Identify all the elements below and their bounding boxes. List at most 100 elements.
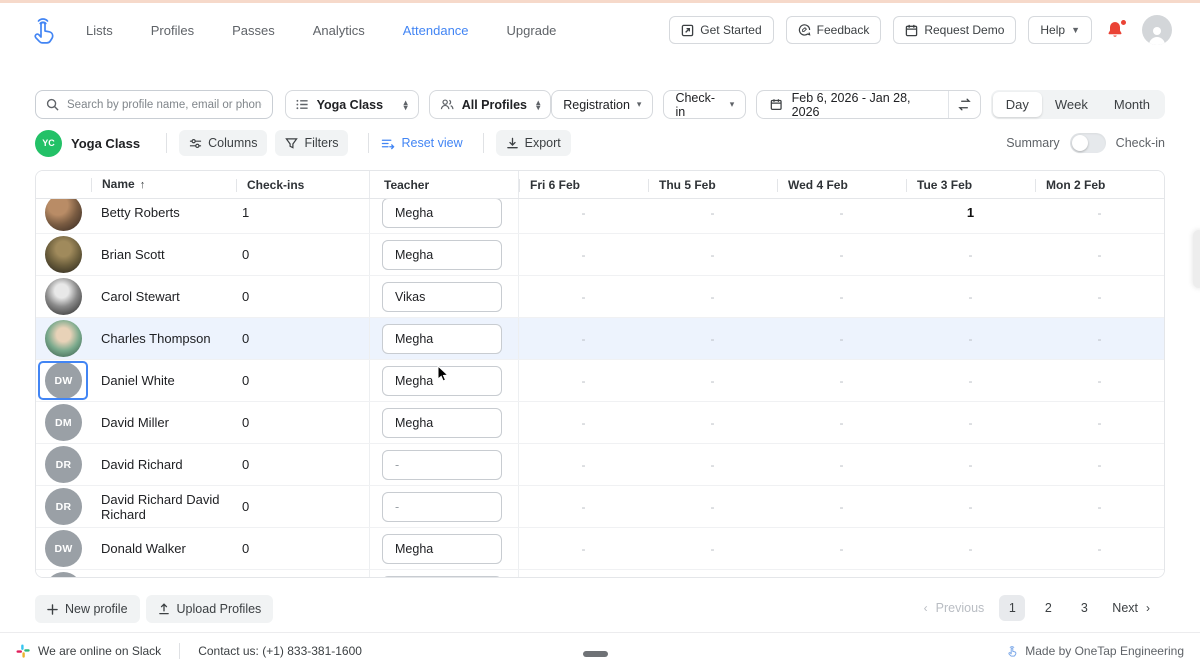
day-column-header[interactable]: Mon 2 Feb — [1035, 178, 1164, 192]
teacher-input[interactable]: Megha — [382, 198, 502, 228]
checkins-count: 0 — [236, 415, 369, 430]
plus-icon — [47, 604, 58, 615]
nav-item-passes[interactable]: Passes — [232, 23, 275, 38]
export-button[interactable]: Export — [496, 130, 571, 156]
day-column-header[interactable]: Tue 3 Feb — [906, 178, 1035, 192]
table-row[interactable]: DM David Miller 0 Megha - - - - - — [36, 402, 1164, 444]
teacher-input[interactable]: - — [382, 492, 502, 522]
nav-item-lists[interactable]: Lists — [86, 23, 113, 38]
period-day[interactable]: Day — [993, 92, 1042, 117]
bottom-handle[interactable] — [583, 651, 608, 657]
swap-dates-button[interactable] — [948, 91, 980, 118]
profile-name: Carol Stewart — [91, 289, 236, 304]
day-value: - — [648, 206, 777, 220]
table-header: Name↑ Check-ins Teacher Fri 6 Feb Thu 5 … — [36, 171, 1164, 199]
nav-item-profiles[interactable]: Profiles — [151, 23, 194, 38]
avatar-cell — [36, 234, 91, 275]
table-row[interactable]: Carol Stewart 0 Vikas - - - - - — [36, 276, 1164, 318]
chevron-down-icon: ▾ — [637, 99, 642, 110]
list-chip-avatar[interactable]: YC — [35, 130, 62, 157]
summary-checkin-toggle[interactable] — [1070, 133, 1106, 153]
avatar-cell: DR — [36, 444, 91, 485]
user-avatar[interactable] — [1142, 15, 1172, 45]
day-value: - — [648, 290, 777, 304]
profiles-select[interactable]: All Profiles ▴▾ — [429, 90, 552, 119]
upload-profiles-button[interactable]: Upload Profiles — [146, 595, 274, 623]
list-chip-label: Yoga Class — [71, 136, 140, 151]
columns-button[interactable]: Columns — [179, 130, 267, 156]
day-value: - — [1035, 290, 1164, 304]
day-value: - — [777, 500, 906, 514]
table-row[interactable]: DW Donald Walker 0 Megha - - - - - — [36, 528, 1164, 570]
list-select-value: Yoga Class — [317, 98, 383, 112]
nav-item-upgrade[interactable]: Upgrade — [507, 23, 557, 38]
day-value: - — [519, 248, 648, 262]
table-row[interactable]: DW Daniel White 0 Megha - - - - - — [36, 360, 1164, 402]
day-value: - — [777, 206, 906, 220]
new-profile-button[interactable]: New profile — [35, 595, 140, 623]
profile-name: David Miller — [91, 415, 236, 430]
period-week[interactable]: Week — [1042, 92, 1101, 117]
slack-status-text[interactable]: We are online on Slack — [38, 644, 161, 658]
nav-item-analytics[interactable]: Analytics — [313, 23, 365, 38]
checkins-column-header[interactable]: Check-ins — [236, 178, 369, 192]
side-handle[interactable] — [1193, 230, 1200, 288]
notifications-bell-icon[interactable] — [1106, 20, 1126, 40]
nav-item-attendance[interactable]: Attendance — [403, 23, 469, 38]
name-column-header[interactable]: Name↑ — [91, 177, 236, 192]
table-row[interactable]: Brian Scott 0 Megha - - - - - — [36, 234, 1164, 276]
teacher-input[interactable]: Megha — [382, 324, 502, 354]
avatar-cell — [36, 570, 91, 578]
day-value: - — [648, 332, 777, 346]
teacher-input[interactable]: Megha — [382, 534, 502, 564]
list-select[interactable]: Yoga Class ▴▾ — [285, 90, 419, 119]
table-row-partial[interactable] — [36, 570, 1164, 578]
slack-icon[interactable] — [16, 644, 30, 658]
day-value: - — [648, 374, 777, 388]
teacher-input[interactable] — [382, 576, 502, 579]
teacher-input[interactable]: - — [382, 450, 502, 480]
help-button[interactable]: Help ▼ — [1028, 16, 1092, 44]
table-row[interactable]: DR David Richard 0 - - - - - - — [36, 444, 1164, 486]
teacher-input[interactable]: Megha — [382, 408, 502, 438]
feedback-button[interactable]: Feedback — [786, 16, 882, 44]
day-column-header[interactable]: Wed 4 Feb — [777, 178, 906, 192]
footer: We are online on Slack Contact us: (+1) … — [0, 632, 1200, 668]
profile-photo-avatar — [45, 236, 82, 273]
day-column-header[interactable]: Thu 5 Feb — [648, 178, 777, 192]
checkins-count: 0 — [236, 373, 369, 388]
teacher-input[interactable]: Megha — [382, 240, 502, 270]
checkin-dropdown[interactable]: Check-in ▾ — [663, 90, 746, 119]
table-row-highlighted[interactable]: Charles Thompson 0 Megha - - - - - — [36, 318, 1164, 360]
registration-dropdown[interactable]: Registration ▾ — [551, 90, 653, 119]
get-started-button[interactable]: Get Started — [669, 16, 773, 44]
filters-button[interactable]: Filters — [275, 130, 348, 156]
avatar-cell-focused[interactable]: DW — [36, 360, 91, 401]
day-value: - — [519, 458, 648, 472]
search-input[interactable] — [67, 99, 262, 111]
teacher-column-header[interactable]: Teacher — [369, 171, 519, 198]
request-demo-button[interactable]: Request Demo — [893, 16, 1016, 44]
onetap-logo-icon[interactable] — [28, 13, 58, 47]
teacher-input[interactable]: Vikas — [382, 282, 502, 312]
period-month[interactable]: Month — [1101, 92, 1163, 117]
caret-down-icon: ▼ — [1071, 25, 1080, 35]
day-column-header[interactable]: Fri 6 Feb — [519, 178, 648, 192]
day-value: - — [906, 332, 1035, 346]
previous-page-button[interactable]: ‹ Previous — [916, 595, 993, 621]
reset-view-button[interactable]: Reset view — [381, 136, 462, 150]
new-profile-label: New profile — [65, 602, 128, 616]
page-number-3[interactable]: 3 — [1071, 595, 1097, 621]
page-number-1[interactable]: 1 — [999, 595, 1025, 621]
checkins-count: 0 — [236, 499, 369, 514]
next-page-button[interactable]: Next › — [1104, 595, 1158, 621]
day-value: - — [519, 290, 648, 304]
day-value: - — [906, 542, 1035, 556]
table-row[interactable]: DR David Richard David Richard 0 - - - -… — [36, 486, 1164, 528]
page-number-2[interactable]: 2 — [1035, 595, 1061, 621]
day-value: - — [519, 542, 648, 556]
pagination: ‹ Previous 1 2 3 Next › — [916, 595, 1158, 621]
day-value: - — [906, 290, 1035, 304]
date-range-picker[interactable]: Feb 6, 2026 - Jan 28, 2026 — [757, 91, 947, 119]
day-value: - — [519, 500, 648, 514]
